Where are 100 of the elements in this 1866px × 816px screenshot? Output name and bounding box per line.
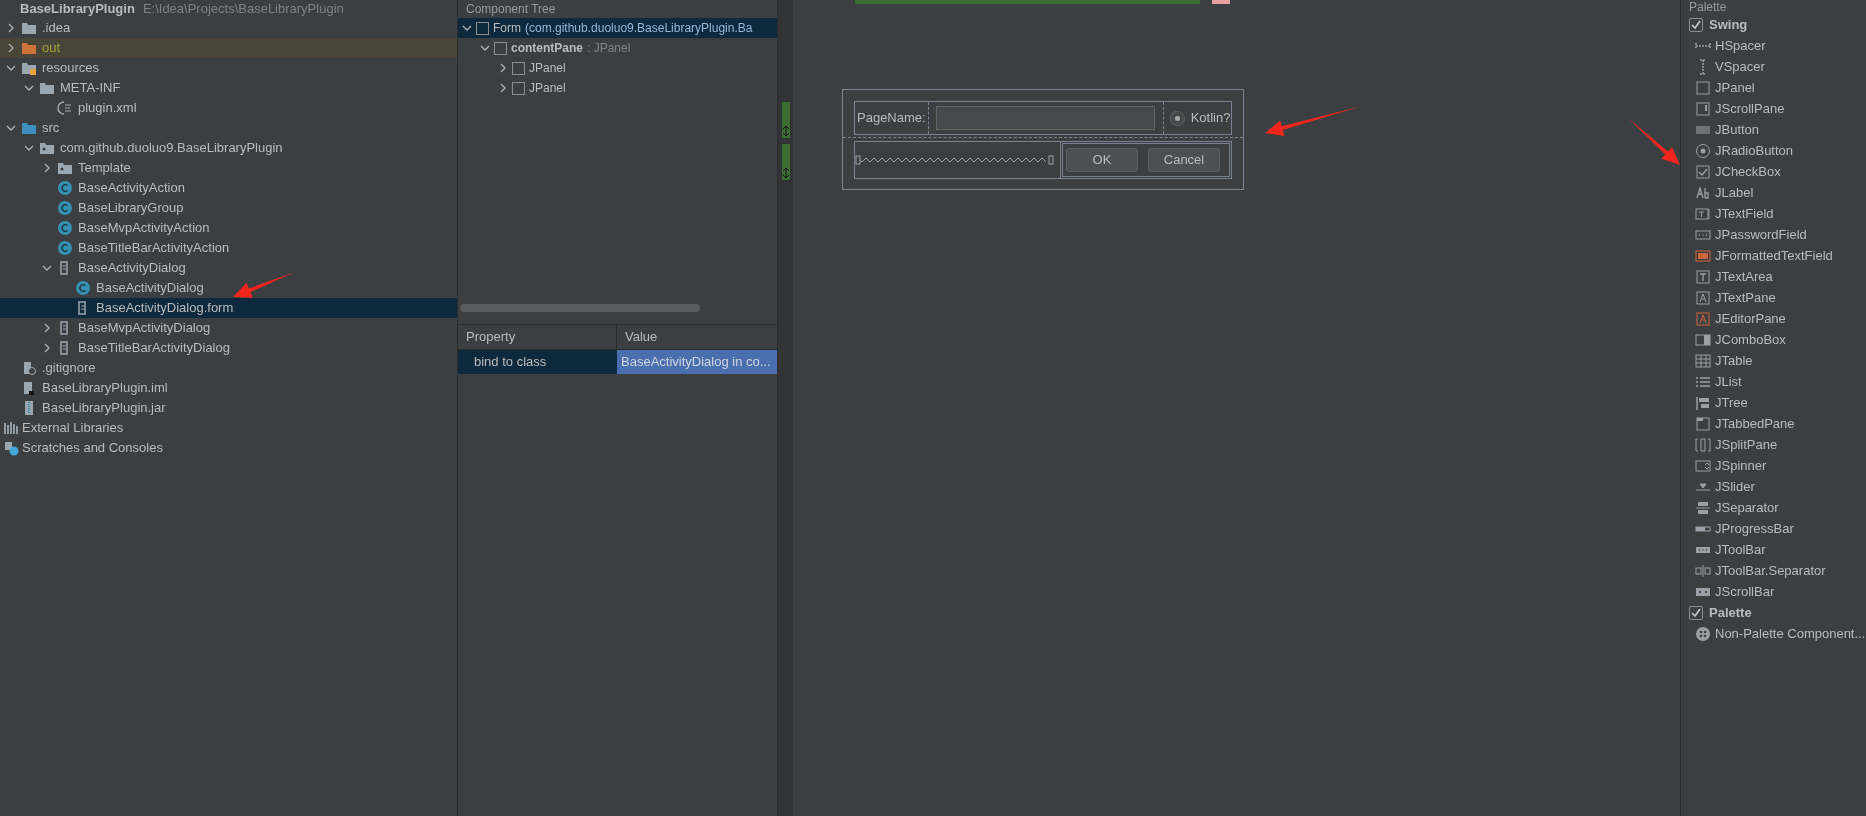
palette-item[interactable]: JScrollPane [1681, 98, 1866, 119]
palette-item[interactable]: JSeparator [1681, 497, 1866, 518]
component-tree-item[interactable]: contentPane : JPanel [458, 38, 777, 58]
palette-item[interactable]: JTextArea [1681, 266, 1866, 287]
chevron-right-icon[interactable] [6, 23, 16, 33]
palette-item[interactable]: JList [1681, 371, 1866, 392]
chevron-right-icon[interactable] [6, 43, 16, 53]
palette-item[interactable]: JTree [1681, 392, 1866, 413]
tree-item[interactable]: com.github.duoluo9.BaseLibraryPlugin [0, 138, 457, 158]
palette-item[interactable]: JLabel [1681, 182, 1866, 203]
group-title[interactable]: Swing [1709, 14, 1748, 35]
chevron-right-icon[interactable] [42, 163, 52, 173]
checkbox[interactable] [1689, 605, 1703, 620]
palette-item[interactable]: JSplitPane [1681, 434, 1866, 455]
editor-pane-icon [1695, 310, 1711, 327]
palette-item[interactable]: JProgressBar [1681, 518, 1866, 539]
palette-item[interactable]: VSpacer [1681, 56, 1866, 77]
tree-item[interactable]: BaseActivityAction [0, 178, 457, 198]
tree-item[interactable]: BaseLibraryPlugin.jar [0, 398, 457, 418]
form-button[interactable]: OK [1066, 148, 1138, 172]
tree-item[interactable]: Template [0, 158, 457, 178]
tree-item[interactable]: BaseTitleBarActivityDialog [0, 338, 457, 358]
tree-item[interactable]: BaseMvpActivityAction [0, 218, 457, 238]
tree-item[interactable]: Scratches and Consoles [0, 438, 457, 458]
column-header[interactable]: Value [617, 325, 777, 349]
text-area-icon [1695, 268, 1711, 285]
tree-item[interactable]: BaseActivityDialog [0, 278, 457, 298]
row-marker[interactable] [782, 144, 790, 180]
tabbed-pane-icon [1695, 415, 1711, 432]
chevron-right-icon[interactable] [42, 323, 52, 333]
palette-item[interactable]: JRadioButton [1681, 140, 1866, 161]
separator-icon [1695, 499, 1711, 516]
palette-item[interactable]: JTextField [1681, 203, 1866, 224]
toolbar-separator-icon [1695, 562, 1711, 579]
tree-item[interactable]: META-INF [0, 78, 457, 98]
palette-item[interactable]: JPanel [1681, 77, 1866, 98]
palette-item[interactable]: JTextPane [1681, 287, 1866, 308]
palette-item[interactable]: JComboBox [1681, 329, 1866, 350]
tree-item[interactable]: out [0, 38, 457, 58]
palette-item[interactable]: JEditorPane [1681, 308, 1866, 329]
column-header[interactable]: Property [458, 325, 617, 349]
chevron-down-icon[interactable] [6, 123, 16, 133]
row-marker[interactable] [782, 102, 790, 138]
component-tree-item[interactable]: JPanel [458, 78, 777, 98]
palette-item[interactable]: JTable [1681, 350, 1866, 371]
group-title[interactable]: Palette [1709, 602, 1752, 623]
checkbox[interactable] [494, 41, 507, 55]
tree-item[interactable]: External Libraries [0, 418, 457, 438]
libraries-icon [3, 420, 19, 436]
column-marker[interactable] [855, 0, 1200, 4]
component-tree-item[interactable]: Form (com.github.duoluo9.BaseLibraryPlugin.Ba [458, 18, 777, 38]
tree-item[interactable]: BaseTitleBarActivityAction [0, 238, 457, 258]
tree-item[interactable]: plugin.xml [0, 98, 457, 118]
tree-item[interactable]: .idea [0, 18, 457, 38]
horizontal-scrollbar[interactable] [460, 304, 700, 312]
chevron-down-icon[interactable] [6, 63, 16, 73]
chevron-down-icon[interactable] [480, 43, 490, 53]
chevron-down-icon[interactable] [462, 23, 472, 33]
text-field[interactable] [935, 106, 1155, 130]
palette-item[interactable]: HSpacer [1681, 35, 1866, 56]
chevron-right-icon[interactable] [498, 83, 508, 93]
palette-item[interactable]: JCheckBox [1681, 161, 1866, 182]
chevron-right-icon[interactable] [498, 63, 508, 73]
palette-item[interactable]: JToolBar.Separator [1681, 560, 1866, 581]
chevron-down-icon[interactable] [24, 83, 34, 93]
tree-item[interactable]: resources [0, 58, 457, 78]
palette-item[interactable]: JPasswordField [1681, 224, 1866, 245]
palette-item[interactable]: JScrollBar [1681, 581, 1866, 602]
component-tree-item[interactable]: JPanel [458, 58, 777, 78]
table-cell[interactable]: bind to class [458, 350, 617, 374]
table-cell[interactable]: BaseActivityDialog in co... [617, 350, 777, 374]
palette-item[interactable]: JFormattedTextField [1681, 245, 1866, 266]
checkbox[interactable] [476, 21, 489, 35]
ignore-file-icon [21, 360, 37, 376]
tree-item[interactable]: BaseActivityDialog [0, 258, 457, 278]
chevron-down-icon[interactable] [42, 263, 52, 273]
radio-button[interactable] [1169, 110, 1185, 126]
palette-item[interactable]: JTabbedPane [1681, 413, 1866, 434]
resource-folder-icon [21, 60, 37, 76]
form-frame[interactable]: PageName: Kotlin? OK Cancel [842, 89, 1244, 190]
tree-item[interactable]: src [0, 118, 457, 138]
tree-item[interactable]: BaseLibraryPlugin.iml [0, 378, 457, 398]
tree-item[interactable]: .gitignore [0, 358, 457, 378]
chevron-down-icon[interactable] [24, 143, 34, 153]
palette-item[interactable]: Non-Palette Component... [1681, 623, 1866, 644]
palette-item[interactable]: JSlider [1681, 476, 1866, 497]
column-marker[interactable] [1212, 0, 1230, 4]
tree-icon [1695, 394, 1711, 411]
form-label: PageName: [855, 102, 929, 134]
form-button[interactable]: Cancel [1148, 148, 1220, 172]
checkbox[interactable] [512, 61, 525, 75]
tree-item[interactable]: BaseActivityDialog.form [0, 298, 457, 318]
palette-item[interactable]: JButton [1681, 119, 1866, 140]
checkbox[interactable] [512, 81, 525, 95]
palette-item[interactable]: JToolBar [1681, 539, 1866, 560]
palette-item[interactable]: JSpinner [1681, 455, 1866, 476]
checkbox[interactable] [1689, 17, 1703, 32]
tree-item[interactable]: BaseLibraryGroup [0, 198, 457, 218]
chevron-right-icon[interactable] [42, 343, 52, 353]
tree-item[interactable]: BaseMvpActivityDialog [0, 318, 457, 338]
